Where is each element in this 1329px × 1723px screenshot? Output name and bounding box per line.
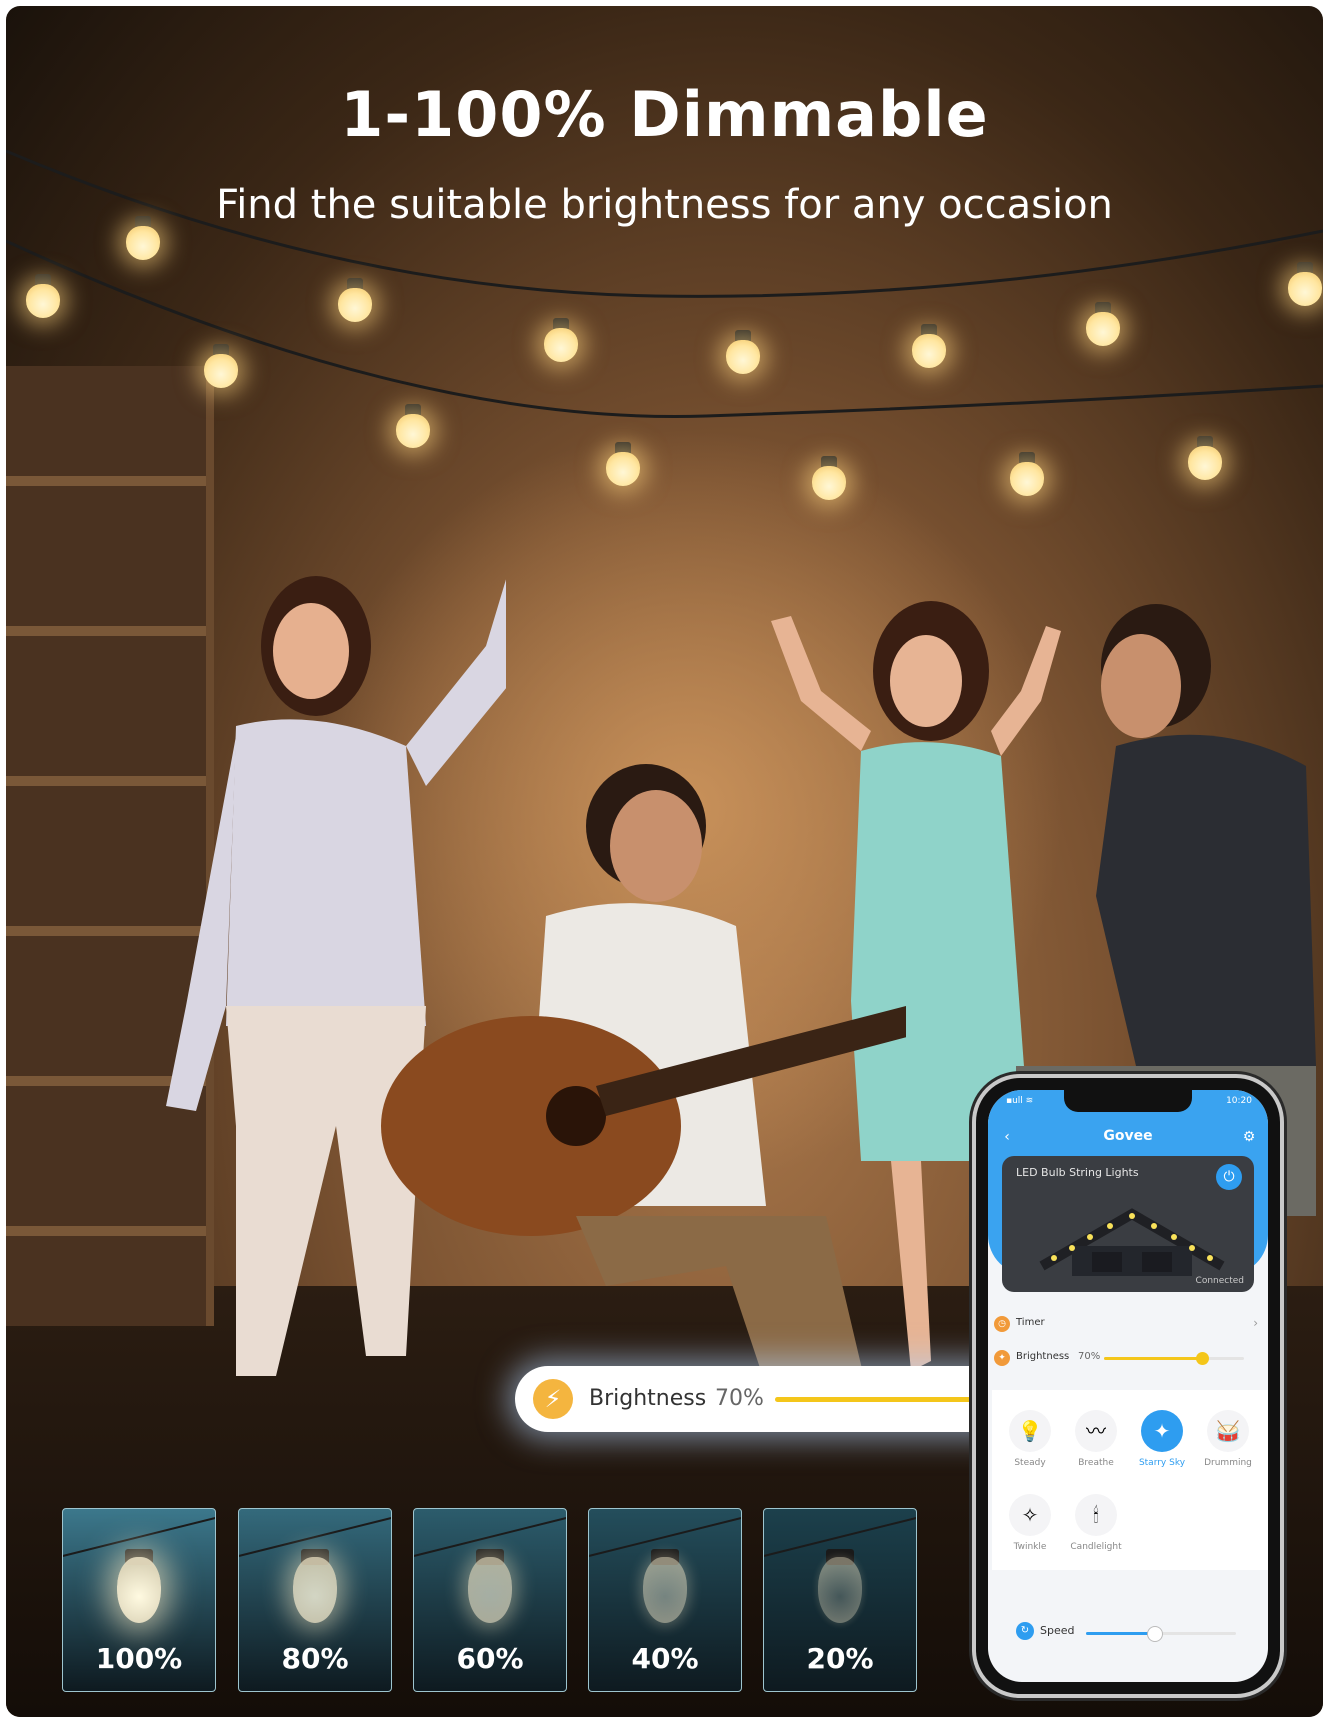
string-bulb [912, 324, 946, 368]
string-bulb [544, 318, 578, 362]
brightness-thumbnail: 40% [588, 1508, 742, 1692]
app-brightness-value: 70% [1078, 1351, 1101, 1362]
connection-status: Connected [1195, 1276, 1244, 1286]
thumb-bulb-icon [468, 1557, 512, 1623]
mode-steady[interactable]: 💡 Steady [998, 1410, 1062, 1480]
drum-icon: 🥁 [1207, 1410, 1249, 1452]
speed-slider[interactable] [1086, 1626, 1236, 1642]
app-brightness-knob[interactable] [1196, 1352, 1209, 1365]
app-title: Govee [1103, 1128, 1153, 1144]
thumb-percent-label: 60% [456, 1642, 524, 1675]
mode-label: Twinkle [1013, 1542, 1047, 1552]
timer-label: Timer [1016, 1317, 1045, 1328]
thumb-percent-label: 40% [631, 1642, 699, 1675]
man-playing-guitar [381, 764, 906, 1386]
string-bulb [606, 442, 640, 486]
timer-row[interactable]: ◷ Timer › [988, 1310, 1268, 1338]
brightness-thumbnail: 20% [763, 1508, 917, 1692]
brightness-slider-fill [775, 1397, 985, 1402]
app-brightness-slider[interactable] [1104, 1352, 1244, 1365]
brightness-thumbnail: 100% [62, 1508, 216, 1692]
mode-drumming[interactable]: 🥁 Drumming [1196, 1410, 1260, 1480]
timer-icon: ◷ [994, 1316, 1010, 1332]
steady-bulb-icon: 💡 [1009, 1410, 1051, 1452]
string-bulb [812, 456, 846, 500]
speed-slider-knob[interactable] [1146, 1626, 1163, 1642]
string-bulb [1086, 302, 1120, 346]
brightness-value: 70% [715, 1386, 764, 1411]
string-bulb [204, 344, 238, 388]
mode-label: Candlelight [1070, 1542, 1122, 1552]
string-bulb [396, 404, 430, 448]
mode-candlelight[interactable]: 🕯 Candlelight [1064, 1494, 1128, 1564]
app-brightness-fill [1104, 1357, 1202, 1360]
app-brightness-label: Brightness [1016, 1351, 1070, 1362]
thumb-percent-label: 80% [281, 1642, 349, 1675]
thumb-bulb-icon [818, 1557, 862, 1623]
brightness-thumbnail: 60% [413, 1508, 567, 1692]
twinkle-icon: ✧ [1009, 1494, 1051, 1536]
phone-mockup: ▪︎ull ≋ 10:20 ‹ Govee ⚙ LED Bulb String … [976, 1078, 1280, 1694]
mode-twinkle[interactable]: ✧ Twinkle [998, 1494, 1062, 1564]
thumb-percent-label: 100% [95, 1642, 183, 1675]
string-bulb [338, 278, 372, 322]
house-roof-lights-image [1039, 1208, 1225, 1276]
device-card: LED Bulb String Lights ⏻ Connected [1002, 1156, 1254, 1292]
mode-label: Starry Sky [1138, 1458, 1186, 1468]
app-screen: ▪︎ull ≋ 10:20 ‹ Govee ⚙ LED Bulb String … [988, 1090, 1268, 1682]
mode-label: Drumming [1204, 1458, 1252, 1468]
mode-label: Breathe [1078, 1458, 1114, 1468]
speed-label: Speed [1040, 1624, 1075, 1637]
settings-gear-icon[interactable]: ⚙ [1240, 1128, 1258, 1146]
speed-icon: ↻ [1016, 1622, 1034, 1640]
speed-slider-fill [1086, 1632, 1154, 1635]
device-name: LED Bulb String Lights [1016, 1166, 1139, 1179]
chevron-right-icon: › [1253, 1316, 1258, 1330]
mode-breathe[interactable]: 〰 Breathe [1064, 1410, 1128, 1480]
starry-sky-icon: ✦ [1141, 1410, 1183, 1452]
breathe-icon: 〰 [1075, 1410, 1117, 1452]
phone-notch [1064, 1090, 1192, 1112]
bulb-icon: ⚡ [533, 1379, 573, 1419]
brightness-label: Brightness [589, 1386, 707, 1411]
string-bulb [726, 330, 760, 374]
brightness-row: ✦ Brightness 70% [988, 1344, 1268, 1372]
candle-icon: 🕯 [1075, 1494, 1117, 1536]
string-bulb [26, 274, 60, 318]
brightness-thumbnail: 80% [238, 1508, 392, 1692]
status-signal: ▪︎ull ≋ [1006, 1096, 1034, 1106]
string-bulb [1188, 436, 1222, 480]
status-time: 10:20 [1226, 1096, 1252, 1106]
headline-subtitle: Find the suitable brightness for any occ… [216, 182, 1113, 228]
thumb-bulb-icon [643, 1557, 687, 1623]
scene-modes: 💡 Steady 〰 Breathe ✦ Starry Sky 🥁 Drumming ✧ Twin… [992, 1390, 1268, 1570]
thumb-bulb-icon [117, 1557, 161, 1623]
headline-title: 1-100% Dimmable [340, 78, 989, 151]
power-button-icon[interactable]: ⏻ [1216, 1164, 1242, 1190]
thumb-bulb-icon [293, 1557, 337, 1623]
string-bulb [1288, 262, 1322, 306]
thumb-percent-label: 20% [806, 1642, 874, 1675]
speed-row: ↻ Speed [988, 1618, 1268, 1646]
mode-starry-sky[interactable]: ✦ Starry Sky [1130, 1410, 1194, 1480]
brightness-bulb-icon: ✦ [994, 1350, 1010, 1366]
string-bulb [1010, 452, 1044, 496]
mode-label: Steady [1014, 1458, 1046, 1468]
